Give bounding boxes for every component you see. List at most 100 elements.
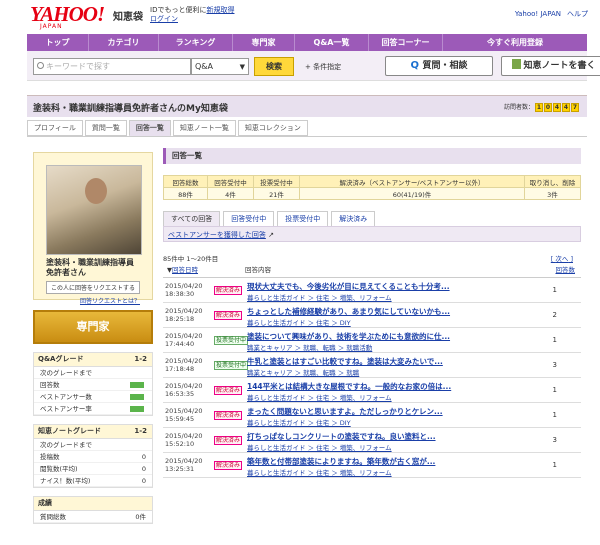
sort-date[interactable]: ▼回答日時 <box>167 264 198 274</box>
answer-time: 18:25:18 <box>165 315 195 323</box>
yahoo-japan-link[interactable]: Yahoo! JAPAN <box>515 10 561 18</box>
note-grade-label: 次のグレードまで <box>40 441 92 449</box>
request-help-link[interactable]: 回答リクエストとは？ <box>80 298 140 305</box>
tab-questions[interactable]: 質問一覧 <box>84 120 127 136</box>
note-grade-level: 1-2 <box>134 427 147 435</box>
stats-value: 21件 <box>253 187 300 200</box>
achievements-label: 質問総数 <box>40 513 66 521</box>
tab-notes[interactable]: 知恵ノート一覧 <box>172 120 236 136</box>
search-conditions-label: 条件指定 <box>313 63 342 71</box>
qa-grade-box: Q&Aグレード 1-2 次のグレードまで 回答数 ベストアンサー数 ベストアンサー… <box>33 352 153 416</box>
expert-badge[interactable]: 専門家 <box>33 310 153 344</box>
nav-register-now[interactable]: 今すぐ利用登録 <box>443 34 587 51</box>
category-link[interactable]: 暮らしと生活ガイド ＞ 住宅 ＞ 増築、リフォーム <box>247 467 392 477</box>
answer-title-link[interactable]: 牛乳と塗装とはすごい比較ですね。塗装は大変みたいで... <box>247 356 443 367</box>
best-answer-bar: ベストアンサーを獲得した回答 ↗ <box>163 226 581 242</box>
category-link[interactable]: 暮らしと生活ガイド ＞ 住宅 ＞ DIY <box>247 417 351 427</box>
qa-grade-row: 回答数 <box>34 379 152 391</box>
answer-title-link[interactable]: ちょっとした補修経験があり、あまり気にしていないかも... <box>247 306 450 317</box>
note-grade-row: 投稿数 0 <box>34 451 152 463</box>
achievements-value: 0件 <box>135 513 146 521</box>
category-link[interactable]: 職業とキャリア ＞ 就職、転職 ＞ 就職活動 <box>247 342 372 352</box>
qa-grade-level: 1-2 <box>134 355 147 363</box>
answer-title-link[interactable]: 打ちっぱなしコンクリートの塗装ですね。良い塗料と... <box>247 431 436 442</box>
nav-top[interactable]: トップ <box>27 34 89 51</box>
answer-row: 2015/04/20 13:25:31 解決済み 築年数と付帯部塗装によりますね。築年… <box>163 453 581 478</box>
nav-category[interactable]: カテゴリ <box>89 34 159 51</box>
answer-title-link[interactable]: 144平米とは結構大きな屋根ですね。一般的なお家の倍は... <box>247 381 451 392</box>
profile-tabs: プロフィール 質問一覧 回答一覧 知恵ノート一覧 知恵コレクション <box>27 120 310 136</box>
register-link[interactable]: 新規取得 <box>206 6 234 14</box>
answer-title-link[interactable]: 塗装について興味があり、技術を学ぶためにも意欲的に仕... <box>247 331 450 342</box>
ask-question-button[interactable]: Q 質問・相談 <box>385 56 493 76</box>
visitor-digit: 0 <box>544 103 552 112</box>
search-type-select[interactable]: Q&A ▼ <box>191 58 249 75</box>
best-answer-link[interactable]: ベストアンサーを獲得した回答 <box>168 231 266 239</box>
tab-resolved[interactable]: 解決済み <box>331 211 376 226</box>
service-name[interactable]: 知恵袋 <box>113 8 143 23</box>
ask-question-label: 質問・相談 <box>422 61 468 71</box>
achievements-box: 成績 質問総数 0件 <box>33 496 153 524</box>
tab-all-answers[interactable]: すべての回答 <box>163 211 221 226</box>
tagline-text: IDでもっと便利に <box>150 6 207 14</box>
search-input[interactable]: キーワードで探す <box>33 58 191 75</box>
answer-title-link[interactable]: まったく問題ないと思いますよ。ただしっかりとケレン... <box>247 406 443 417</box>
progress-bar <box>130 394 144 400</box>
answer-date: 2015/04/20 <box>165 282 203 290</box>
answer-count: 1 <box>552 336 557 344</box>
answer-time: 17:44:40 <box>165 340 195 348</box>
category-link[interactable]: 暮らしと生活ガイド ＞ 住宅 ＞ 増築、リフォーム <box>247 392 392 402</box>
tab-accepting-answers[interactable]: 回答受付中 <box>223 211 275 226</box>
stats-value: 60(41/19)件 <box>299 187 525 200</box>
date-column-label[interactable]: 回答日時 <box>172 266 198 274</box>
note-grade-box: 知恵ノートグレード 1-2 次のグレードまで 投稿数 0 閲覧数(平均) 0 ナイス！… <box>33 424 153 488</box>
qa-grade-label: ベストアンサー数 <box>40 393 92 401</box>
search-conditions[interactable]: + 条件指定 <box>305 62 341 72</box>
tab-profile[interactable]: プロフィール <box>27 120 83 136</box>
category-link[interactable]: 暮らしと生活ガイド ＞ 住宅 ＞ DIY <box>247 317 351 327</box>
category-link[interactable]: 暮らしと生活ガイド ＞ 住宅 ＞ 増築、リフォーム <box>247 292 392 302</box>
global-nav: トップ カテゴリ ランキング 専門家 Q&A一覧 回答コーナー 今すぐ利用登録 <box>27 34 587 51</box>
answer-time: 13:25:31 <box>165 465 195 473</box>
stats-table: 回答総数 回答受付中 投票受付中 解決済み（ベストアンサー/ベストアンサー以外）… <box>163 175 581 200</box>
note-grade-header: 知恵ノートグレード 1-2 <box>34 425 152 439</box>
profile-title-bar: 塗装科・職業訓練指導員免許者さんのMy知恵袋 訪問者数： 1 0 4 4 7 <box>27 95 587 117</box>
nav-qa-list[interactable]: Q&A一覧 <box>295 34 369 51</box>
answer-datetime: 2015/04/20 18:38:30 <box>165 282 202 298</box>
stats-header: 回答受付中 <box>207 175 254 188</box>
nav-expert[interactable]: 専門家 <box>233 34 295 51</box>
content-column-label: 回答内容 <box>245 266 271 274</box>
answer-count: 3 <box>552 436 557 444</box>
answer-title-link[interactable]: 築年数と付帯部塗装によりますね。築年数が古く窓が... <box>247 456 435 467</box>
category-link[interactable]: 職業とキャリア ＞ 就職、転職 ＞ 就職 <box>247 367 359 377</box>
tab-divider <box>27 136 587 137</box>
note-grade-value: 0 <box>141 477 146 485</box>
note-grade-value: 0 <box>141 465 146 473</box>
qa-grade-row: 次のグレードまで <box>34 367 152 379</box>
next-link[interactable]: [ 次へ ] <box>551 253 573 263</box>
write-note-button[interactable]: 知恵ノートを書く <box>501 56 600 76</box>
achievements-row: 質問総数 0件 <box>34 511 152 523</box>
result-count: 85件中 1～20件目 <box>163 255 219 263</box>
tab-answers[interactable]: 回答一覧 <box>128 120 171 136</box>
note-grade-row: ナイス！数(平均) 0 <box>34 475 152 487</box>
request-answer-button[interactable]: この人に回答をリクエストする <box>46 281 140 294</box>
status-badge: 解決済み <box>214 411 243 420</box>
note-grade-title: 知恵ノートグレード <box>38 427 101 435</box>
login-link[interactable]: ログイン <box>150 15 178 23</box>
search-button[interactable]: 検索 <box>254 57 294 76</box>
help-link[interactable]: ヘルプ <box>567 10 588 18</box>
status-badge: 解決済み <box>214 311 243 320</box>
nav-ranking[interactable]: ランキング <box>159 34 233 51</box>
qa-grade-label: ベストアンサー率 <box>40 405 92 413</box>
tab-accepting-votes[interactable]: 投票受付中 <box>277 211 329 226</box>
answer-title-link[interactable]: 現状大丈夫でも、今後劣化が目に見えてくることも十分考... <box>247 281 450 292</box>
tab-collection[interactable]: 知恵コレクション <box>237 120 308 136</box>
category-link[interactable]: 暮らしと生活ガイド ＞ 住宅 ＞ 増築、リフォーム <box>247 442 392 452</box>
answers-column-label[interactable]: 回答数 <box>556 264 576 274</box>
profile-title: 塗装科・職業訓練指導員免許者さんのMy知恵袋 <box>33 104 228 114</box>
nav-answer-corner[interactable]: 回答コーナー <box>369 34 443 51</box>
answer-row: 2015/04/20 17:18:48 投票受付中 牛乳と塗装とはすごい比較ですね。塗… <box>163 353 581 378</box>
answer-row: 2015/04/20 18:25:18 解決済み ちょっとした補修経験があり、あまり気… <box>163 303 581 328</box>
yahoo-logo[interactable]: YAHOO! <box>30 4 105 25</box>
